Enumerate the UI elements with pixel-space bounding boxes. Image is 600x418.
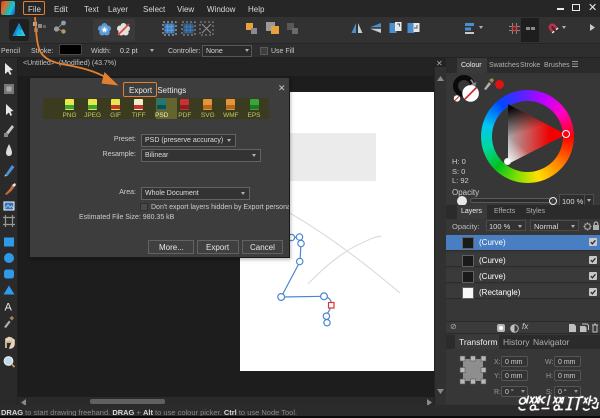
svg-text:A: A <box>5 302 13 314</box>
